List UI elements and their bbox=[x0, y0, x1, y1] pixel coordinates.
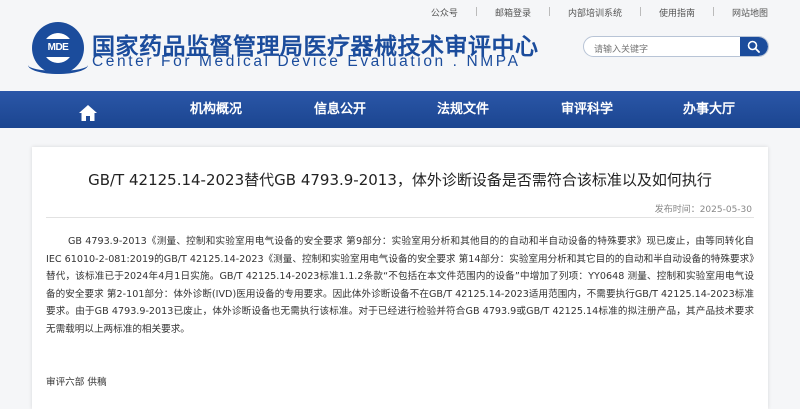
nav-item-review-science[interactable]: 审评科学 bbox=[561, 91, 613, 128]
nav-item-service-hall[interactable]: 办事大厅 bbox=[683, 91, 735, 128]
utility-link-guide[interactable]: 使用指南 bbox=[659, 6, 695, 19]
divider bbox=[46, 217, 754, 218]
site-name-en: Center For Medical Device Evaluation . N… bbox=[92, 53, 521, 70]
nav-item-about[interactable]: 机构概况 bbox=[190, 91, 242, 128]
logo-text: MDE bbox=[40, 39, 76, 57]
article-body: GB 4793.9-2013《测量、控制和实验室用电气设备的安全要求 第9部分：… bbox=[46, 236, 754, 335]
separator bbox=[548, 7, 550, 16]
search-button[interactable] bbox=[740, 37, 768, 56]
utility-link-training[interactable]: 内部培训系统 bbox=[568, 6, 622, 19]
logo-swoosh bbox=[28, 56, 88, 74]
home-icon bbox=[79, 105, 97, 121]
search-input[interactable] bbox=[584, 40, 734, 56]
nav-item-regulations[interactable]: 法规文件 bbox=[437, 91, 489, 128]
article-date: 发布时间：2025-05-30 bbox=[654, 205, 752, 215]
main-nav: 机构概况 信息公开 法规文件 审评科学 办事大厅 bbox=[0, 91, 800, 128]
article-card: GB/T 42125.14-2023替代GB 4793.9-2013，体外诊断设… bbox=[32, 147, 768, 409]
nav-item-info-disclosure[interactable]: 信息公开 bbox=[314, 91, 366, 128]
separator bbox=[475, 7, 477, 16]
article-signoff: 审评六部 供稿 bbox=[46, 377, 107, 388]
separator bbox=[639, 7, 641, 16]
article-title: GB/T 42125.14-2023替代GB 4793.9-2013，体外诊断设… bbox=[88, 171, 712, 189]
nav-home[interactable] bbox=[78, 100, 98, 121]
utility-link-sitemap[interactable]: 网站地图 bbox=[732, 6, 768, 19]
utility-link-wechat[interactable]: 公众号 bbox=[431, 6, 458, 19]
search-icon bbox=[747, 40, 760, 53]
search-box bbox=[583, 36, 769, 57]
site-logo[interactable]: MDE bbox=[28, 22, 88, 74]
utility-link-mail-login[interactable]: 邮箱登录 bbox=[495, 6, 531, 19]
utility-links: 公众号 邮箱登录 内部培训系统 使用指南 网站地图 bbox=[431, 6, 768, 19]
separator bbox=[712, 7, 714, 16]
